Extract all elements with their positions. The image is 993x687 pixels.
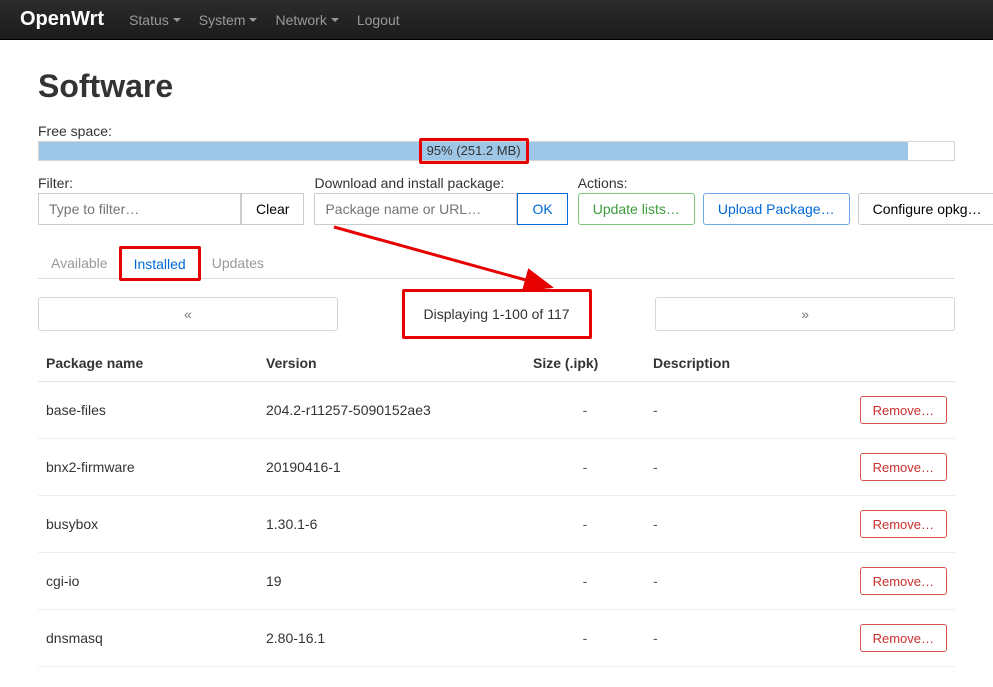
page-title: Software xyxy=(38,68,955,105)
pkg-name: dnsmasq xyxy=(38,610,258,667)
download-input[interactable] xyxy=(314,193,517,225)
pkg-desc: - xyxy=(645,496,845,553)
nav-network[interactable]: Network xyxy=(275,12,338,28)
packages-table: Package name Version Size (.ipk) Descrip… xyxy=(38,345,955,667)
chevron-down-icon xyxy=(249,18,257,22)
free-space-value: 95% (251.2 MB) xyxy=(39,142,908,160)
table-row: bnx2-firmware20190416-1--Remove… xyxy=(38,439,955,496)
actions-label: Actions: xyxy=(578,175,993,191)
nav-logout[interactable]: Logout xyxy=(357,12,400,28)
pkg-version: 19 xyxy=(258,553,525,610)
top-navbar: OpenWrt Status System Network Logout xyxy=(0,0,993,40)
nav-status[interactable]: Status xyxy=(129,12,181,28)
table-row: base-files204.2-r11257-5090152ae3--Remov… xyxy=(38,382,955,439)
table-row: dnsmasq2.80-16.1--Remove… xyxy=(38,610,955,667)
remove-button[interactable]: Remove… xyxy=(860,510,947,538)
remove-button[interactable]: Remove… xyxy=(860,453,947,481)
pkg-version: 204.2-r11257-5090152ae3 xyxy=(258,382,525,439)
free-space-label: Free space: xyxy=(38,123,955,139)
pkg-name: busybox xyxy=(38,496,258,553)
pkg-desc: - xyxy=(645,382,845,439)
pager-status: Displaying 1-100 of 117 xyxy=(348,297,646,331)
pkg-name: bnx2-firmware xyxy=(38,439,258,496)
nav-system[interactable]: System xyxy=(199,12,258,28)
update-lists-button[interactable]: Update lists… xyxy=(578,193,695,225)
table-row: busybox1.30.1-6--Remove… xyxy=(38,496,955,553)
pkg-desc: - xyxy=(645,439,845,496)
pkg-name: cgi-io xyxy=(38,553,258,610)
tabs: Available Installed Updates xyxy=(38,247,955,279)
upload-package-button[interactable]: Upload Package… xyxy=(703,193,850,225)
chevron-down-icon xyxy=(173,18,181,22)
pkg-size: - xyxy=(525,382,645,439)
ok-button[interactable]: OK xyxy=(517,193,567,225)
col-desc: Description xyxy=(645,345,845,382)
pkg-name: base-files xyxy=(38,382,258,439)
filter-label: Filter: xyxy=(38,175,304,191)
tab-installed[interactable]: Installed xyxy=(121,248,199,279)
pkg-desc: - xyxy=(645,610,845,667)
pkg-size: - xyxy=(525,610,645,667)
pkg-version: 1.30.1-6 xyxy=(258,496,525,553)
tab-available[interactable]: Available xyxy=(38,247,121,278)
pkg-size: - xyxy=(525,439,645,496)
chevron-down-icon xyxy=(331,18,339,22)
brand: OpenWrt xyxy=(20,8,104,31)
clear-button[interactable]: Clear xyxy=(241,193,304,225)
col-name: Package name xyxy=(38,345,258,382)
free-space-bar: 95% (251.2 MB) xyxy=(38,141,955,161)
col-version: Version xyxy=(258,345,525,382)
pkg-version: 20190416-1 xyxy=(258,439,525,496)
pkg-size: - xyxy=(525,553,645,610)
remove-button[interactable]: Remove… xyxy=(860,624,947,652)
pager-prev-button[interactable]: « xyxy=(38,297,338,331)
col-size: Size (.ipk) xyxy=(525,345,645,382)
remove-button[interactable]: Remove… xyxy=(860,396,947,424)
download-label: Download and install package: xyxy=(314,175,567,191)
pager-next-button[interactable]: » xyxy=(655,297,955,331)
table-row: cgi-io19--Remove… xyxy=(38,553,955,610)
pkg-desc: - xyxy=(645,553,845,610)
configure-opkg-button[interactable]: Configure opkg… xyxy=(858,193,993,225)
tab-updates[interactable]: Updates xyxy=(199,247,277,278)
pkg-size: - xyxy=(525,496,645,553)
pkg-version: 2.80-16.1 xyxy=(258,610,525,667)
filter-input[interactable] xyxy=(38,193,241,225)
